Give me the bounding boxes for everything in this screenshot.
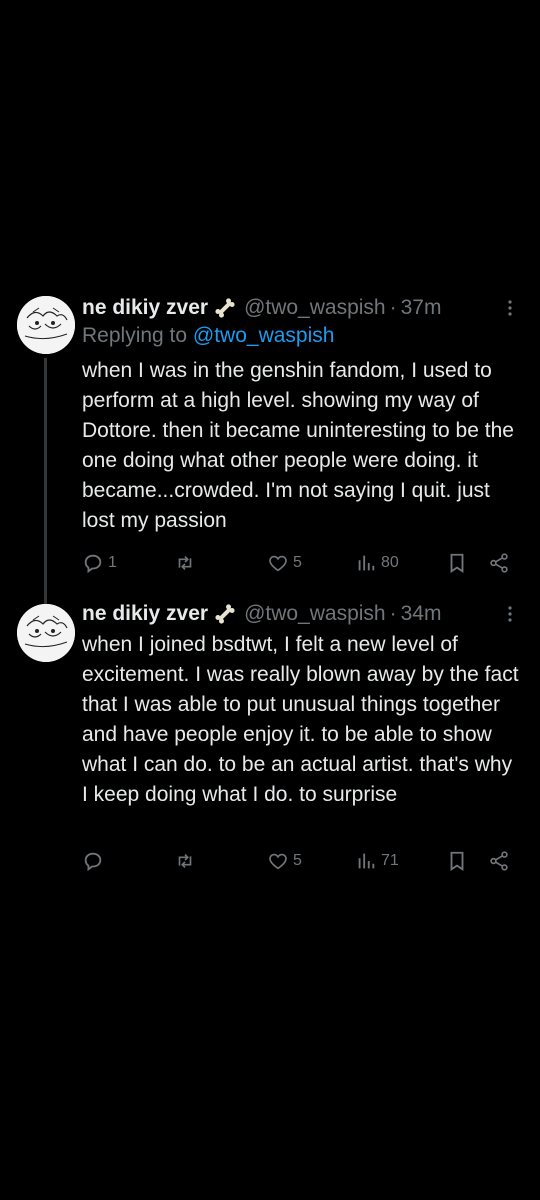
bookmark-button[interactable] [446, 552, 468, 574]
view-count: 80 [381, 554, 399, 571]
tweet-header: ne dikiy zver @two_waspish · 37m [82, 294, 520, 322]
like-button[interactable]: 5 [267, 850, 302, 872]
avatar[interactable] [17, 604, 75, 662]
tweet-text: when I joined bsdtwt, I felt a new level… [82, 633, 519, 806]
heart-icon [269, 555, 287, 572]
views-button[interactable]: 71 [355, 850, 399, 872]
replying-to: Replying to @two_waspish [82, 322, 520, 350]
more-vertical-icon[interactable] [500, 604, 520, 624]
like-button[interactable]: 5 [267, 552, 302, 574]
tweet-text: when I was in the genshin fandom, I used… [82, 359, 514, 532]
bone-icon [214, 297, 236, 319]
retweet-button[interactable] [174, 850, 200, 872]
timestamp[interactable]: 37m [401, 294, 442, 322]
tweet-actions: 5 71 [82, 850, 522, 878]
bone-icon [214, 603, 236, 625]
retweet-icon [178, 555, 192, 571]
timestamp[interactable]: 34m [401, 600, 442, 628]
display-name[interactable]: ne dikiy zver [82, 294, 208, 322]
avatar-drawing [17, 604, 75, 662]
separator-dot: · [389, 602, 397, 625]
heart-icon [269, 853, 287, 870]
replying-to-handle-link[interactable]: @two_waspish [193, 324, 335, 347]
reply-count: 1 [108, 554, 117, 571]
user-handle[interactable]: @two_waspish [244, 294, 386, 322]
avatar-drawing [17, 296, 75, 354]
share-icon [490, 553, 508, 573]
bookmark-icon [450, 851, 464, 871]
view-count: 71 [381, 852, 399, 869]
share-button[interactable] [488, 552, 510, 574]
bookmark-button[interactable] [446, 850, 468, 872]
reply-button[interactable] [82, 850, 108, 872]
reply-icon [84, 554, 102, 574]
share-button[interactable] [488, 850, 510, 872]
like-count: 5 [293, 554, 302, 571]
separator-dot: · [389, 296, 397, 319]
more-vertical-icon[interactable] [500, 298, 520, 318]
like-count: 5 [293, 852, 302, 869]
reply-button[interactable]: 1 [82, 552, 117, 574]
avatar[interactable] [17, 296, 75, 354]
reply-icon [84, 852, 102, 872]
views-bar-chart-icon [358, 555, 375, 571]
views-bar-chart-icon [358, 853, 375, 869]
retweet-button[interactable] [174, 552, 200, 574]
thread-line [44, 358, 47, 606]
display-name[interactable]: ne dikiy zver [82, 600, 208, 628]
tweet-header: ne dikiy zver @two_waspish · 34m [82, 600, 520, 628]
retweet-icon [178, 853, 192, 869]
user-handle[interactable]: @two_waspish [244, 600, 386, 628]
tweet-actions: 1 5 80 [82, 552, 522, 580]
bookmark-icon [450, 553, 464, 573]
replying-to-label: Replying to [82, 324, 193, 347]
views-button[interactable]: 80 [355, 552, 399, 574]
share-icon [490, 851, 508, 871]
